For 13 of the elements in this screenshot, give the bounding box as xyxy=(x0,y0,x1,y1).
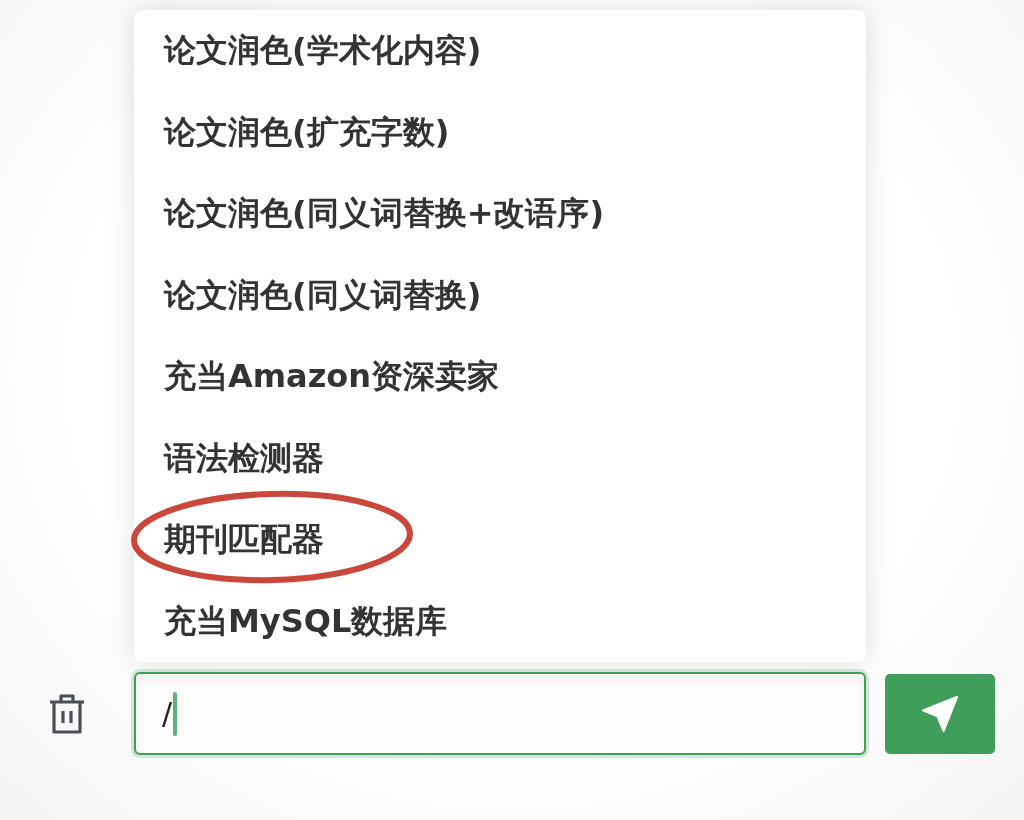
menu-item[interactable]: 论文润色(同义词替换+改语序) xyxy=(134,173,605,255)
menu-item[interactable]: 充当Amazon资深卖家 xyxy=(134,336,500,418)
delete-button[interactable] xyxy=(47,692,87,735)
message-input[interactable]: / xyxy=(134,672,866,755)
menu-item[interactable]: 论文润色(学术化内容) xyxy=(134,10,482,92)
menu-item[interactable]: 论文润色(扩充字数) xyxy=(134,91,450,173)
send-button[interactable] xyxy=(885,673,995,754)
text-cursor-icon xyxy=(173,691,178,736)
send-icon xyxy=(922,695,958,732)
menu-item[interactable]: 充当MySQL数据库 xyxy=(134,580,448,662)
menu-item[interactable]: 语法检测器 xyxy=(134,417,324,499)
menu-item[interactable]: 论文润色(同义词替换) xyxy=(134,254,482,336)
trash-icon xyxy=(47,692,87,735)
